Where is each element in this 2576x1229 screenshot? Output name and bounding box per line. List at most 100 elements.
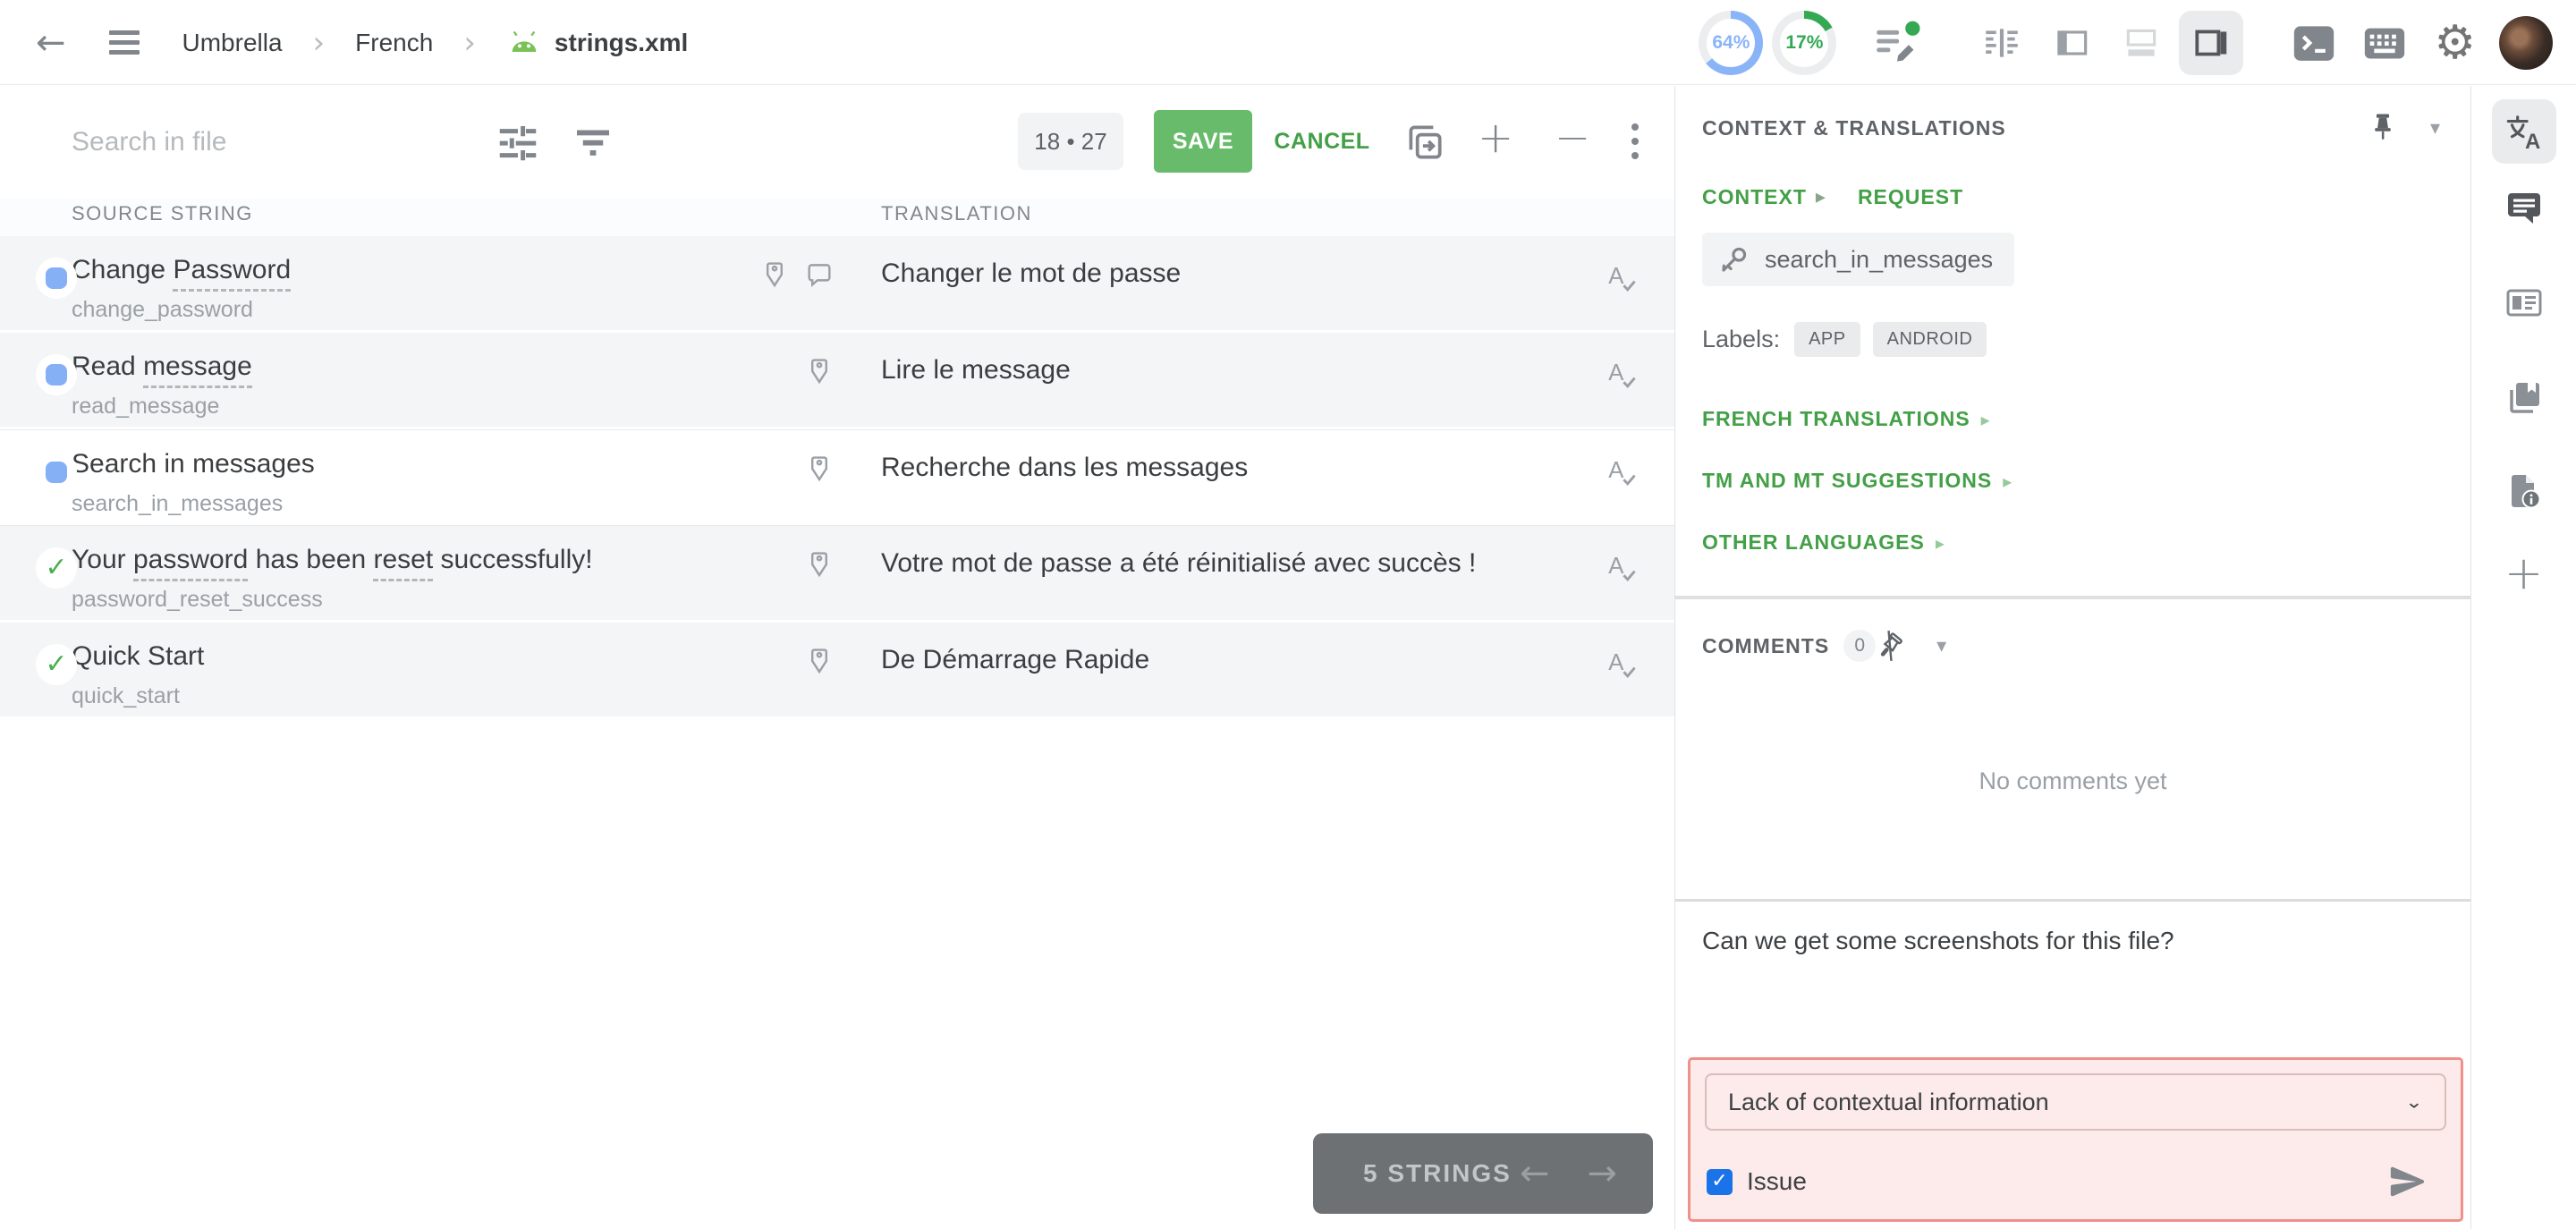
activity-notifications-icon[interactable] [1874,20,1920,66]
translation-cell: Lire le message A [854,333,1674,427]
translation-memory-tool-icon[interactable] [2492,365,2556,429]
section-link-french-translations[interactable]: FRENCH TRANSLATIONS ▸ [1702,407,2444,431]
panel-title: CONTEXT & TRANSLATIONS [1702,116,2006,140]
source-cell: Read message read_message [0,333,854,427]
spellcheck-icon[interactable]: A [1605,356,1640,396]
svg-text:A: A [1608,360,1624,386]
spellcheck-icon[interactable]: A [1605,259,1640,300]
string-key: read_message [72,394,220,419]
spellcheck-icon[interactable]: A [1605,646,1640,686]
source-text: Your password has been reset successfull… [72,540,836,581]
left-panel-view-icon[interactable] [2039,11,2104,75]
unpin-icon[interactable] [1870,625,1911,665]
translations-tool-icon[interactable]: A [2491,99,2556,164]
spellcheck-icon[interactable]: A [1605,453,1640,494]
source-cell: Change Password change_password [0,236,854,330]
user-avatar[interactable] [2499,15,2553,70]
comment-icon[interactable] [804,259,835,294]
cancel-button[interactable]: CANCEL [1268,110,1376,173]
svg-text:A: A [2525,130,2540,154]
context-panel: CONTEXT & TRANSLATIONS ▾ CONTEXT ▸ REQUE… [1674,86,2470,1229]
section-link-tm-and-mt-suggestions[interactable]: TM AND MT SUGGESTIONS ▸ [1702,469,2444,493]
collapse-caret-icon[interactable]: ▾ [2430,117,2440,140]
keyboard-shortcuts-icon[interactable] [2360,18,2410,68]
string-row[interactable]: Read message read_message Lire le message A [0,333,1674,429]
issue-checkbox[interactable]: ✓ [1707,1168,1733,1195]
send-comment-icon[interactable] [2387,1161,2428,1202]
breadcrumb-file[interactable]: strings.xml [506,29,688,57]
source-cell: ✓ Your password has been reset successful… [0,526,854,620]
spellcheck-icon[interactable]: A [1605,549,1640,589]
strings-count-pill: 5 STRINGS ← → [1313,1133,1653,1214]
filter-icon[interactable] [569,118,617,171]
labels-row: Labels: APP ANDROID [1675,286,2470,357]
tag-icon[interactable] [804,549,835,584]
issue-checkbox-label: Issue [1747,1167,1807,1195]
search-input[interactable] [72,113,456,172]
translation-cell: Changer le mot de passe A [854,236,1674,330]
tab-context[interactable]: CONTEXT [1702,185,1807,209]
filter-settings-icon[interactable] [494,118,542,171]
translation-cell: Recherche dans les messages A [854,430,1674,525]
string-key: search_in_messages [72,491,284,516]
translation-text: De Démarrage Rapide [881,645,1150,674]
translation-cell: De Démarrage Rapide A [854,623,1674,716]
editor-toolbar: 18 • 27 SAVE CANCEL + − [0,86,1674,199]
comments-title: COMMENTS [1702,633,1830,657]
translation-text: Votre mot de passe a été réinitialisé av… [881,548,1477,578]
console-icon[interactable] [2289,18,2339,68]
menu-icon[interactable] [108,30,140,55]
tag-icon[interactable] [759,259,790,294]
labels-title: Labels: [1702,326,1781,352]
table-header: SOURCE STRING TRANSLATION [0,199,1674,236]
chevron-down-icon: ⌄ [2404,1091,2423,1113]
tag-icon[interactable] [804,453,835,488]
tag-icon[interactable] [804,646,835,681]
copy-source-icon[interactable] [1402,120,1447,169]
untranslated-status-icon [36,258,77,299]
approved-progress-circle[interactable]: 17% [1772,10,1837,75]
translation-text: Lire le message [881,355,1071,385]
terms-tool-icon[interactable] [2492,271,2556,335]
file-info-tool-icon[interactable] [2492,459,2556,523]
breadcrumb-project[interactable]: Umbrella [182,29,283,57]
right-panel-view-icon[interactable] [2179,10,2244,75]
tag-icon[interactable] [804,356,835,391]
zoom-in-icon[interactable]: + [1478,116,1513,159]
view-switcher [1970,10,2244,75]
translated-progress-circle[interactable]: 64% [1699,10,1764,75]
source-text: Quick Start [72,641,205,671]
more-options-icon[interactable] [1628,120,1642,163]
zoom-out-icon[interactable]: − [1555,116,1590,159]
settings-gear-icon[interactable]: ⚙ [2434,20,2476,66]
comments-tool-icon[interactable] [2492,177,2556,242]
string-key-pill[interactable]: search_in_messages [1702,233,2015,286]
string-row[interactable]: ✓ Your password has been reset successful… [0,526,1674,623]
sidebar-sections: FRENCH TRANSLATIONS ▸ TM AND MT SUGGESTION… [1675,357,2470,555]
string-row[interactable]: ✓ Quick Start quick_start De Démarrage Rapi… [0,623,1674,719]
save-button[interactable]: SAVE [1154,110,1252,173]
string-key: quick_start [72,683,180,708]
back-arrow-icon[interactable]: ← [36,25,66,61]
chevron-right-icon: › [312,24,326,61]
translation-column-header: TRANSLATION [881,202,1032,225]
pin-icon[interactable] [2368,111,2398,146]
svg-text:A: A [1608,650,1624,675]
translation-editor: ← Umbrella › French › strings.xml 64% 17… [0,0,2576,1229]
section-link-other-languages[interactable]: OTHER LANGUAGES ▸ [1702,530,2444,555]
collapse-caret-icon[interactable]: ▾ [1936,635,1946,657]
add-panel-icon[interactable]: + [2504,550,2544,597]
string-row[interactable]: Search in messages search_in_messages Rech… [0,429,1674,526]
issue-type-select[interactable]: Lack of contextual information ⌄ [1705,1073,2446,1131]
next-page-icon[interactable]: → [1587,1156,1617,1191]
side-by-side-view-icon[interactable] [1970,11,2034,75]
source-cell: Search in messages search_in_messages [0,430,854,525]
string-row[interactable]: Change Password change_password Changer le… [0,236,1674,333]
svg-text:A: A [1608,554,1624,579]
tab-request[interactable]: REQUEST [1858,185,1963,209]
string-key: change_password [72,297,253,322]
previous-page-icon[interactable]: ← [1520,1156,1550,1191]
breadcrumb-language[interactable]: French [355,29,433,57]
bottom-panel-view-icon[interactable] [2109,11,2174,75]
untranslated-status-icon [36,354,77,395]
